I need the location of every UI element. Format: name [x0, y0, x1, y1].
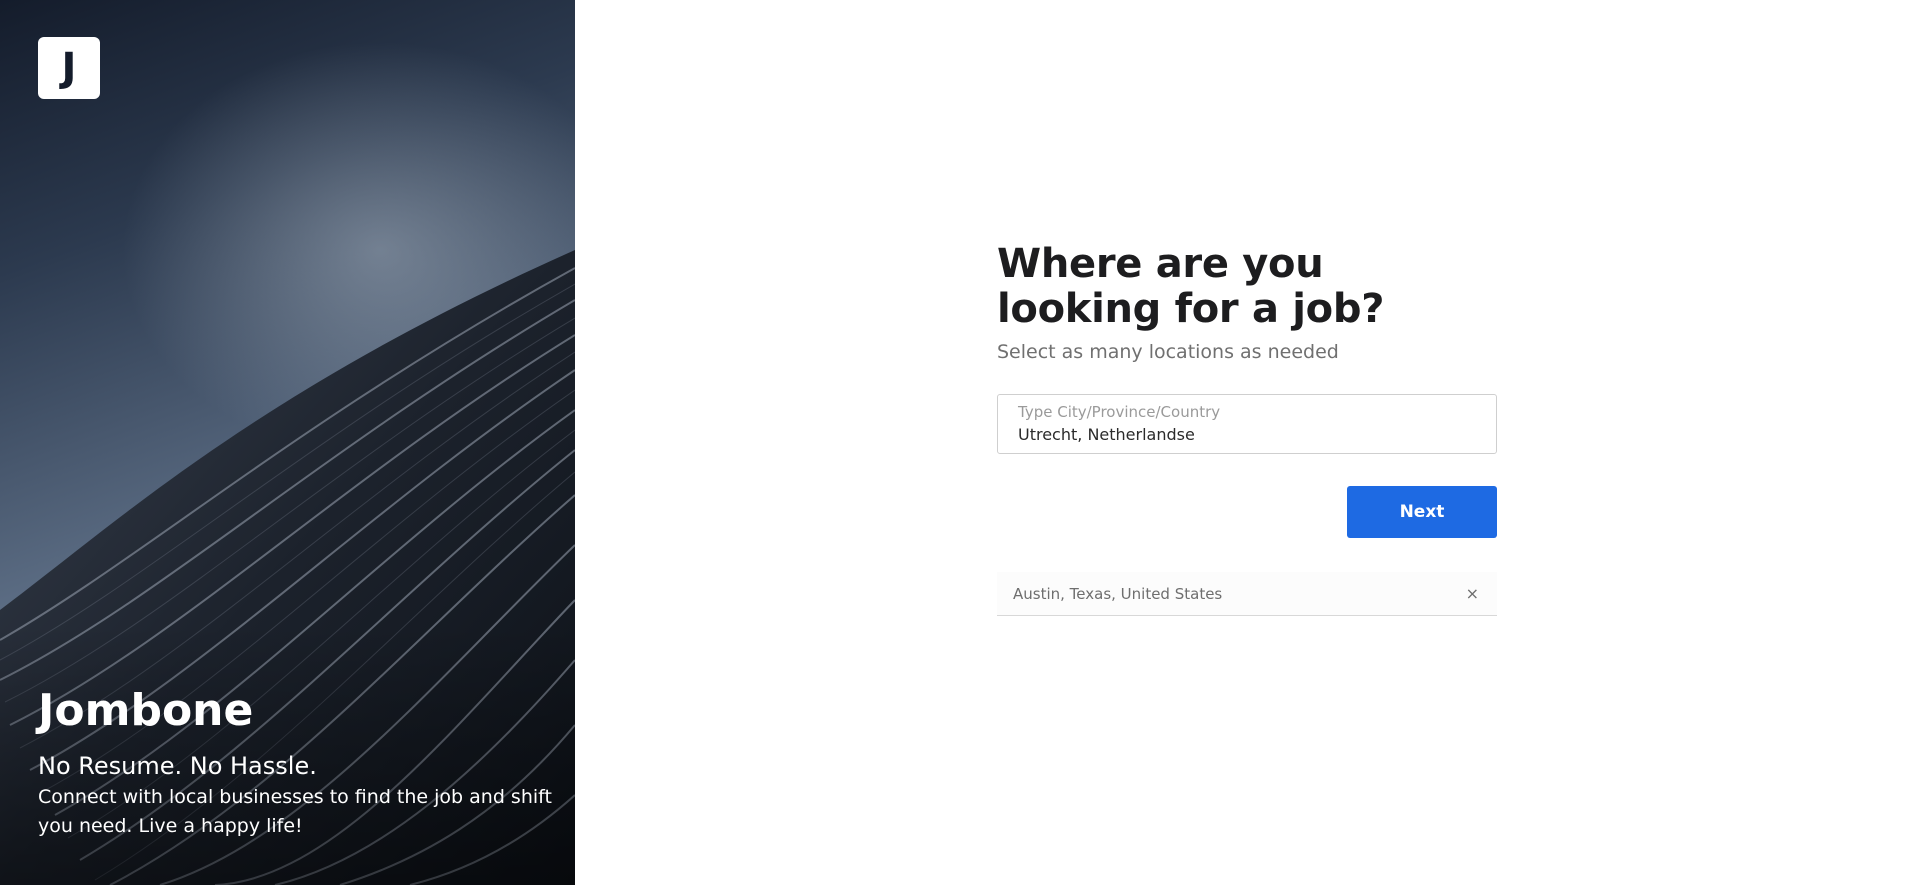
- hero-description: Connect with local businesses to find th…: [38, 786, 552, 837]
- location-input[interactable]: [1018, 425, 1476, 445]
- selected-location-label: Austin, Texas, United States: [1013, 584, 1223, 603]
- location-field[interactable]: Type City/Province/Country: [997, 394, 1497, 454]
- location-field-label: Type City/Province/Country: [1018, 403, 1221, 421]
- hero-panel: J Jombone No Resume. No Hassle. Connect …: [0, 0, 575, 885]
- next-button[interactable]: Next: [1347, 486, 1497, 538]
- app-logo[interactable]: J: [38, 37, 100, 99]
- selected-locations-list: Austin, Texas, United States ×: [997, 572, 1497, 616]
- location-form: Where are you looking for a job? Select …: [997, 242, 1497, 616]
- page-title: Where are you looking for a job?: [997, 241, 1385, 332]
- hero-text-block: Jombone No Resume. No Hassle. Connect wi…: [38, 683, 558, 841]
- hero-tagline: No Resume. No Hassle.: [38, 752, 317, 780]
- brand-name: Jombone: [38, 685, 254, 736]
- close-icon[interactable]: ×: [1466, 585, 1479, 602]
- selected-location-item: Austin, Texas, United States ×: [997, 572, 1497, 616]
- form-actions: Next: [997, 486, 1497, 538]
- page-subtitle: Select as many locations as needed: [997, 341, 1339, 363]
